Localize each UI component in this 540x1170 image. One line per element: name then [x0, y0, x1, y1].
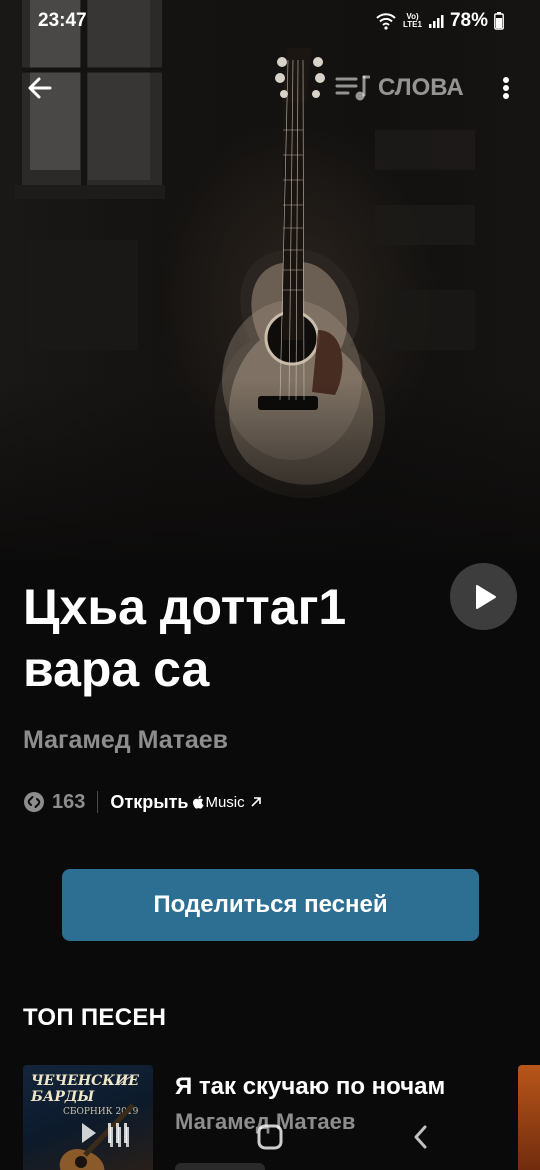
top-songs-heading: ТОП ПЕСЕН [23, 1004, 167, 1031]
back-chevron-icon [414, 1125, 427, 1149]
more-vertical-icon [503, 77, 509, 99]
network-type: Vo) LTE1 [403, 13, 422, 29]
home-button[interactable] [257, 1124, 283, 1150]
lte-label: LTE1 [403, 20, 422, 29]
meta-divider [97, 791, 99, 813]
system-back-button[interactable] [410, 1124, 432, 1150]
track-title: Я так скучаю по ночам [175, 1073, 446, 1100]
recents-icon [110, 1127, 129, 1147]
artwork-fade [0, 380, 540, 580]
recents-button[interactable] [105, 1124, 135, 1150]
home-icon [257, 1124, 283, 1150]
battery-percent: 78% [449, 10, 488, 31]
lyrics-icon [335, 75, 370, 101]
status-icons: Vo) LTE1 78% [375, 10, 504, 32]
shazam-icon [24, 792, 44, 812]
apple-music-brand: Music [192, 793, 245, 811]
share-song-button[interactable]: Поделиться песней [62, 869, 479, 941]
open-label: Открыть [110, 791, 189, 812]
artist-name[interactable]: Магамед Матаев [23, 726, 228, 755]
open-in-apple-music-link[interactable]: Открыть Music [110, 792, 262, 813]
battery-icon [494, 12, 504, 30]
back-button[interactable] [22, 70, 58, 106]
arrow-up-right-icon [251, 797, 261, 807]
music-service-label: Music [205, 793, 245, 811]
signal-icon [428, 15, 444, 28]
apple-logo-icon [193, 795, 204, 809]
status-time: 23:47 [38, 10, 87, 31]
system-navigation-bar [0, 1110, 540, 1170]
arrow-left-icon [28, 77, 52, 99]
song-screen: 23:47 Vo) LTE1 78% СЛОВА Цхьа доттаг1 ва… [0, 0, 540, 1170]
play-button[interactable] [450, 563, 517, 630]
lyrics-button[interactable]: СЛОВА [334, 70, 464, 106]
song-title: Цхьа доттаг1 вара са [23, 579, 347, 697]
wifi-icon [376, 13, 396, 30]
play-icon [475, 584, 496, 609]
more-options-button[interactable] [494, 70, 518, 106]
status-bar: 23:47 Vo) LTE1 78% [0, 0, 540, 42]
top-toolbar: СЛОВА [0, 62, 540, 112]
song-meta-row: 163 Открыть Music [23, 788, 263, 816]
shazam-count: 163 [52, 790, 86, 813]
lyrics-label: СЛОВА [378, 74, 464, 101]
